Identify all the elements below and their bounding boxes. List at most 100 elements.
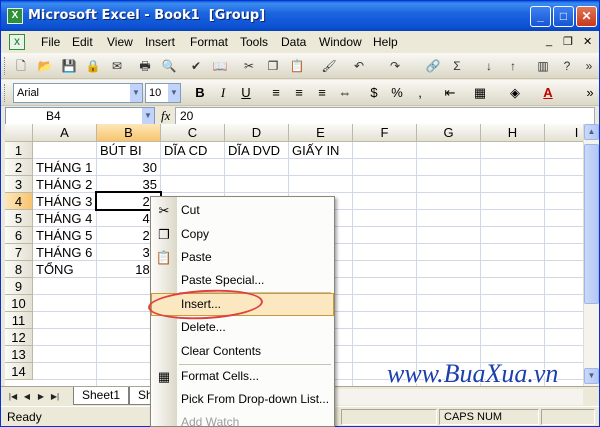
doc-minimize-button[interactable]: _ <box>546 35 552 47</box>
scroll-thumb[interactable] <box>584 144 599 304</box>
row-header[interactable]: 1 <box>5 142 33 159</box>
research-icon[interactable]: 📖 <box>212 58 228 74</box>
font-size-box[interactable]: 10 ▼ <box>145 83 181 103</box>
hyperlink-icon[interactable]: 🔗 <box>425 58 441 74</box>
font-name-box[interactable]: Arial ▼ <box>13 83 143 103</box>
menu-insert[interactable]: Insert <box>145 35 175 49</box>
menu-tools[interactable]: Tools <box>240 35 268 49</box>
cell-A2[interactable]: THÁNG 1 <box>33 159 95 176</box>
save-icon[interactable]: 💾 <box>61 58 77 74</box>
row-header[interactable]: 12 <box>5 329 33 346</box>
cell-A3[interactable]: THÁNG 2 <box>33 176 95 193</box>
menu-edit[interactable]: Edit <box>72 35 93 49</box>
sort-ascending-icon[interactable]: ↓ <box>481 58 497 74</box>
print-icon[interactable]: 🖶 <box>137 58 153 74</box>
percent-button[interactable]: % <box>388 84 406 102</box>
prev-sheet-icon[interactable]: ◀ <box>21 390 33 404</box>
menu-file[interactable]: File <box>41 35 60 49</box>
first-sheet-icon[interactable]: |◀ <box>7 390 19 404</box>
cell-A8[interactable]: TỔNG <box>33 261 77 278</box>
row-header[interactable]: 6 <box>5 227 33 244</box>
toolbar-grip[interactable] <box>4 57 7 75</box>
align-center-icon[interactable]: ≡ <box>290 84 308 102</box>
row-header[interactable]: 4 <box>5 193 33 210</box>
menu-view[interactable]: View <box>107 35 133 49</box>
row-header[interactable]: 2 <box>5 159 33 176</box>
font-color-button[interactable]: A <box>539 84 557 102</box>
help-icon[interactable]: ? <box>559 58 575 74</box>
column-header[interactable]: D <box>225 124 289 142</box>
toolbar-options-icon[interactable]: » <box>581 84 599 102</box>
chevron-down-icon[interactable]: ▼ <box>130 84 142 102</box>
row-header[interactable]: 13 <box>5 346 33 363</box>
insert-function-icon[interactable]: fx <box>161 108 170 124</box>
cell-C1[interactable]: DĨA CD <box>161 142 210 159</box>
cell-A7[interactable]: THÁNG 6 <box>33 244 95 261</box>
formula-input[interactable]: 20 <box>175 107 595 125</box>
maximize-button[interactable]: □ <box>553 6 574 27</box>
format-painter-icon[interactable]: 🖌 <box>321 58 337 74</box>
merge-center-icon[interactable]: ⇔ <box>336 84 354 102</box>
last-sheet-icon[interactable]: ▶| <box>49 390 61 404</box>
sheet-tab[interactable]: Sheet1 <box>73 387 130 405</box>
next-sheet-icon[interactable]: ▶ <box>35 390 47 404</box>
close-button[interactable]: ✕ <box>576 6 597 27</box>
name-box[interactable]: B4 ▼ <box>5 107 155 125</box>
currency-button[interactable]: $ <box>365 84 383 102</box>
menu-item-cut[interactable]: ✂ Cut <box>151 199 334 222</box>
scroll-up-icon[interactable]: ▲ <box>584 124 599 140</box>
paste-icon[interactable]: 📋 <box>289 58 305 74</box>
italic-button[interactable]: I <box>214 84 232 102</box>
cell-A4[interactable]: THÁNG 3 <box>33 193 95 210</box>
chevron-down-icon[interactable]: ▼ <box>168 84 180 102</box>
open-icon[interactable]: 📂 <box>37 58 53 74</box>
scroll-down-icon[interactable]: ▼ <box>584 368 599 384</box>
undo-icon[interactable]: ↶ <box>351 58 367 74</box>
menu-item-paste[interactable]: 📋 Paste <box>151 246 334 269</box>
chevron-down-icon[interactable]: ▼ <box>142 108 154 124</box>
cell-B1[interactable]: BÚT BI <box>97 142 145 159</box>
column-header[interactable]: A <box>33 124 97 142</box>
column-header[interactable]: H <box>481 124 545 142</box>
menu-window[interactable]: Window <box>319 35 362 49</box>
row-header[interactable]: 7 <box>5 244 33 261</box>
copy-icon[interactable]: ❐ <box>265 58 281 74</box>
menu-help[interactable]: Help <box>373 35 398 49</box>
cell-D1[interactable]: DĨA DVD <box>225 142 283 159</box>
menu-item-delete[interactable]: Delete... <box>151 316 334 339</box>
workbook-icon[interactable]: X <box>9 34 25 50</box>
spelling-icon[interactable]: ✔ <box>188 58 204 74</box>
print-preview-icon[interactable]: 🔍 <box>161 58 177 74</box>
cell-A5[interactable]: THÁNG 4 <box>33 210 95 227</box>
row-header[interactable]: 9 <box>5 278 33 295</box>
menu-item-pick-from-list[interactable]: Pick From Drop-down List... <box>151 388 334 411</box>
comma-style-icon[interactable]: , <box>411 84 429 102</box>
underline-button[interactable]: U <box>237 84 255 102</box>
row-header[interactable]: 5 <box>5 210 33 227</box>
align-right-icon[interactable]: ≡ <box>313 84 331 102</box>
align-left-icon[interactable]: ≡ <box>267 84 285 102</box>
email-icon[interactable]: ✉ <box>109 58 125 74</box>
chart-wizard-icon[interactable]: ▥ <box>535 58 551 74</box>
column-header[interactable]: B <box>97 124 161 142</box>
select-all-corner[interactable] <box>5 124 33 142</box>
menu-item-clear-contents[interactable]: Clear Contents <box>151 340 334 363</box>
column-header[interactable]: C <box>161 124 225 142</box>
column-header[interactable]: E <box>289 124 353 142</box>
row-header[interactable]: 10 <box>5 295 33 312</box>
column-header[interactable]: F <box>353 124 417 142</box>
row-header[interactable]: 11 <box>5 312 33 329</box>
column-header[interactable]: I <box>545 124 583 142</box>
toolbar-options-icon[interactable]: » <box>581 58 597 74</box>
menu-data[interactable]: Data <box>281 35 306 49</box>
sort-descending-icon[interactable]: ↑ <box>505 58 521 74</box>
new-icon[interactable]: 🗋 <box>13 58 29 74</box>
autosum-icon[interactable]: Σ <box>449 58 465 74</box>
cell-A6[interactable]: THÁNG 5 <box>33 227 95 244</box>
doc-restore-button[interactable]: ❐ <box>563 35 573 48</box>
cell-E1[interactable]: GIẤY IN <box>289 142 342 159</box>
minimize-button[interactable]: _ <box>530 6 551 27</box>
borders-icon[interactable]: ▦ <box>471 84 489 102</box>
cell-B2[interactable]: 30 <box>97 159 160 176</box>
row-header[interactable]: 3 <box>5 176 33 193</box>
